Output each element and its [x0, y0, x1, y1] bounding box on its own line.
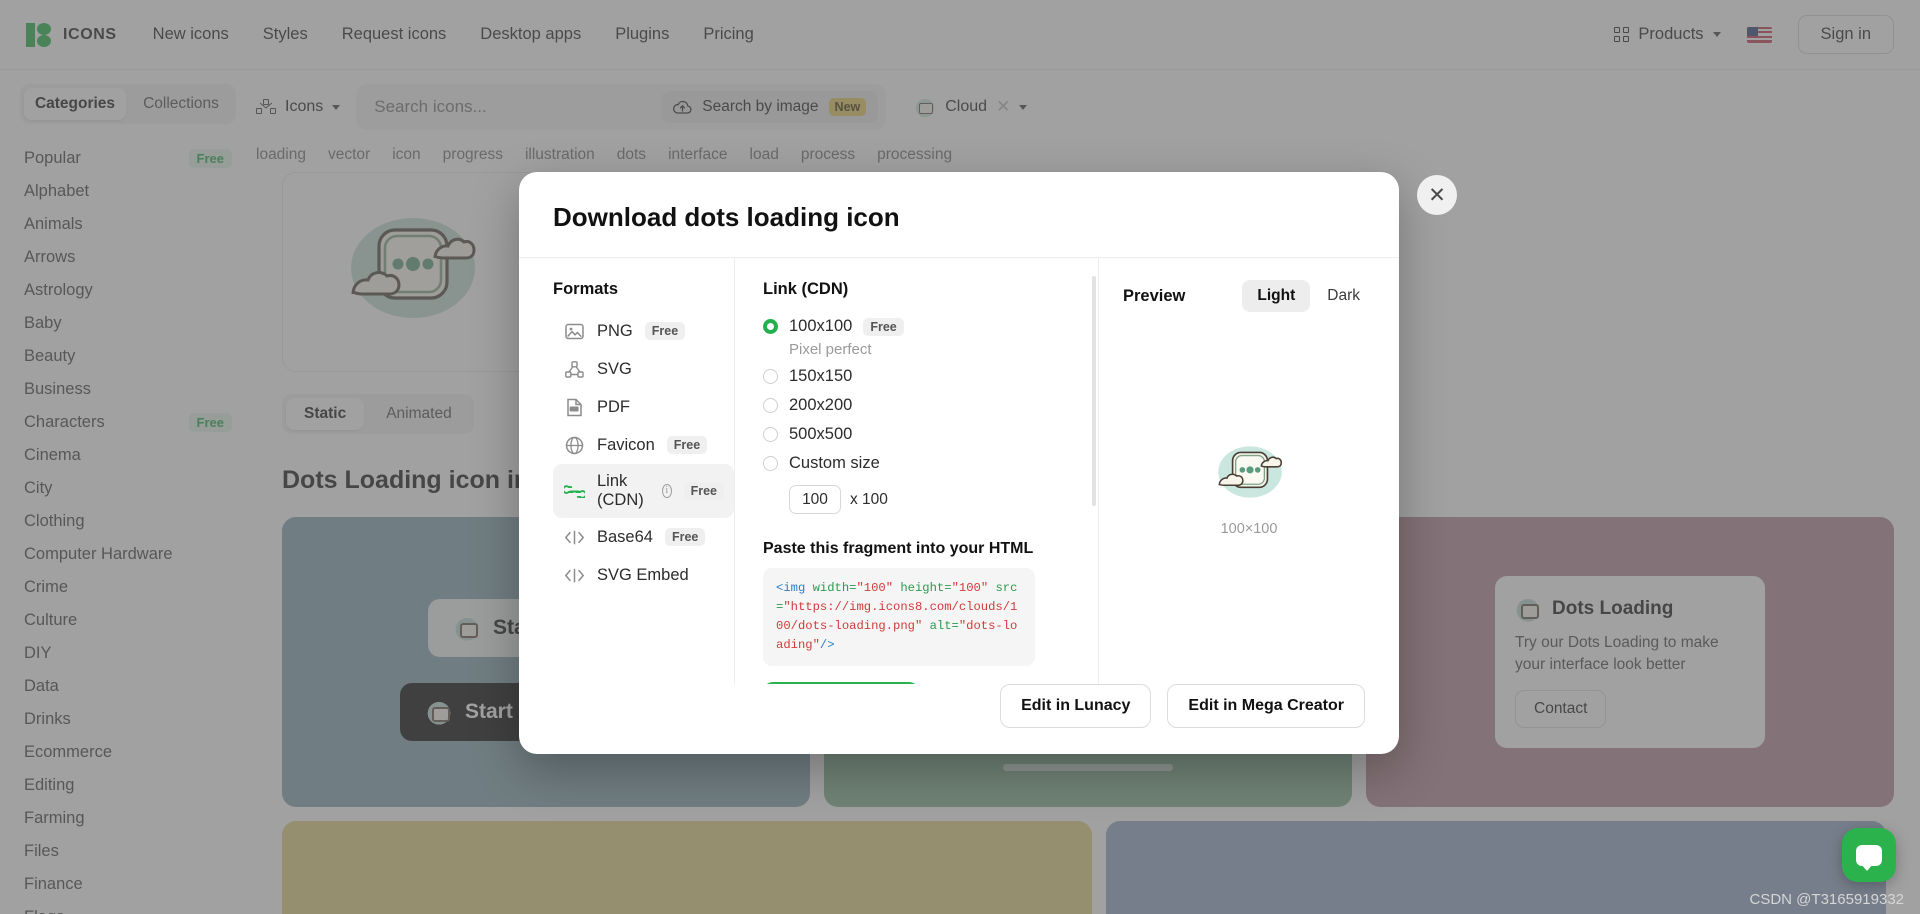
modal-scrollbar[interactable]	[1092, 276, 1096, 506]
format-option-png[interactable]: PNG Free	[553, 312, 734, 350]
radio-icon	[763, 369, 778, 384]
fragment-heading: Paste this fragment into your HTML	[763, 540, 1034, 557]
custom-size-suffix: x 100	[850, 490, 888, 508]
size-label: 150x150	[789, 367, 853, 385]
chat-bubble-icon	[1856, 844, 1882, 871]
app-root: ICONS New icons Styles Request icons Des…	[0, 0, 1920, 914]
preview-icon	[1218, 446, 1283, 498]
size-label: Custom size	[789, 454, 880, 472]
modal-footer: Edit in Lunacy Edit in Mega Creator	[519, 684, 1399, 754]
radio-icon	[763, 427, 778, 442]
free-badge: Free	[664, 528, 706, 546]
copy-html-button[interactable]: Copy HTML	[763, 681, 919, 684]
theme-toggle: Light Dark	[1242, 280, 1375, 312]
close-icon: ✕	[1428, 183, 1446, 207]
code-attr: width=	[805, 581, 857, 595]
format-label: Favicon	[597, 435, 655, 454]
format-option-favicon[interactable]: Favicon Free	[553, 426, 734, 464]
format-label: SVG Embed	[597, 565, 689, 584]
custom-width-input[interactable]	[789, 485, 841, 514]
code-end: />	[819, 637, 835, 652]
theme-dark-button[interactable]: Dark	[1312, 280, 1375, 312]
formats-column: Formats PNG Free SVG PDF Favicon Free Li…	[519, 258, 734, 684]
radio-icon	[763, 456, 778, 471]
format-label: SVG	[597, 359, 632, 378]
preview-column: Preview Light Dark 100×100	[1099, 258, 1399, 684]
watermark: CSDN @T3165919332	[1749, 891, 1904, 908]
size-option-150[interactable]: 150x150	[763, 362, 1098, 391]
format-option-link-cdn[interactable]: Link (CDN) i Free	[553, 464, 734, 518]
download-modal: Download dots loading icon Formats PNG F…	[519, 172, 1399, 754]
code-attr: alt=	[922, 618, 959, 633]
link-icon	[563, 480, 585, 502]
radio-icon	[763, 398, 778, 413]
edit-in-lunacy-button[interactable]: Edit in Lunacy	[1000, 684, 1152, 728]
format-option-base64[interactable]: Base64 Free	[553, 518, 734, 556]
formats-heading: Formats	[553, 280, 619, 298]
code-icon	[563, 526, 585, 548]
image-icon	[563, 320, 585, 342]
size-option-200[interactable]: 200x200	[763, 391, 1098, 420]
code-attr: height=	[893, 581, 952, 595]
format-label: Link (CDN)	[597, 472, 644, 509]
vector-icon	[563, 358, 585, 380]
radio-selected-icon	[763, 319, 778, 334]
size-label: 500x500	[789, 425, 853, 443]
info-icon[interactable]: i	[661, 484, 672, 498]
format-label: PDF	[597, 397, 630, 416]
size-option-100[interactable]: 100x100 Free	[763, 312, 1098, 341]
free-badge: Free	[644, 322, 686, 340]
size-option-custom[interactable]: Custom size	[763, 449, 1098, 478]
html-fragment-code[interactable]: <img width="100" height="100" src="https…	[763, 568, 1035, 666]
free-badge: Free	[863, 317, 904, 336]
preview-header: Preview Light Dark	[1123, 280, 1375, 312]
format-option-svg[interactable]: SVG	[553, 350, 734, 388]
preview-size-label: 100×100	[1220, 521, 1278, 537]
code-tag: <img	[776, 581, 806, 595]
pixel-perfect-note: Pixel perfect	[789, 341, 872, 358]
preview-stage: 100×100	[1123, 312, 1375, 684]
link-cdn-column: Link (CDN) 100x100 Free Pixel perfect 15…	[734, 258, 1099, 684]
modal-title: Download dots loading icon	[553, 202, 900, 232]
size-label: 200x200	[789, 396, 853, 414]
code-value: "100"	[951, 581, 989, 595]
custom-size-row: x 100	[789, 485, 1098, 514]
theme-light-button[interactable]: Light	[1242, 280, 1311, 312]
free-badge: Free	[666, 436, 708, 454]
close-modal-button[interactable]: ✕	[1417, 175, 1457, 215]
format-label: Base64	[597, 527, 653, 546]
format-option-svg-embed[interactable]: SVG Embed	[553, 556, 734, 594]
globe-icon	[563, 434, 585, 456]
modal-header: Download dots loading icon	[519, 172, 1399, 258]
link-cdn-heading: Link (CDN)	[763, 280, 849, 298]
size-option-500[interactable]: 500x500	[763, 420, 1098, 449]
chat-widget-button[interactable]	[1842, 828, 1896, 882]
code-value: "100"	[856, 581, 894, 595]
code-actions: Copy HTML Hack this URL	[763, 681, 1098, 684]
preview-label: Preview	[1123, 286, 1186, 305]
code-icon	[563, 564, 585, 586]
size-label: 100x100	[789, 317, 853, 335]
modal-body: Formats PNG Free SVG PDF Favicon Free Li…	[519, 258, 1399, 684]
format-label: PNG	[597, 321, 633, 340]
free-badge: Free	[683, 482, 724, 500]
pdf-file-icon	[563, 396, 585, 418]
format-option-pdf[interactable]: PDF	[553, 388, 734, 426]
edit-in-mega-creator-button[interactable]: Edit in Mega Creator	[1167, 684, 1365, 728]
